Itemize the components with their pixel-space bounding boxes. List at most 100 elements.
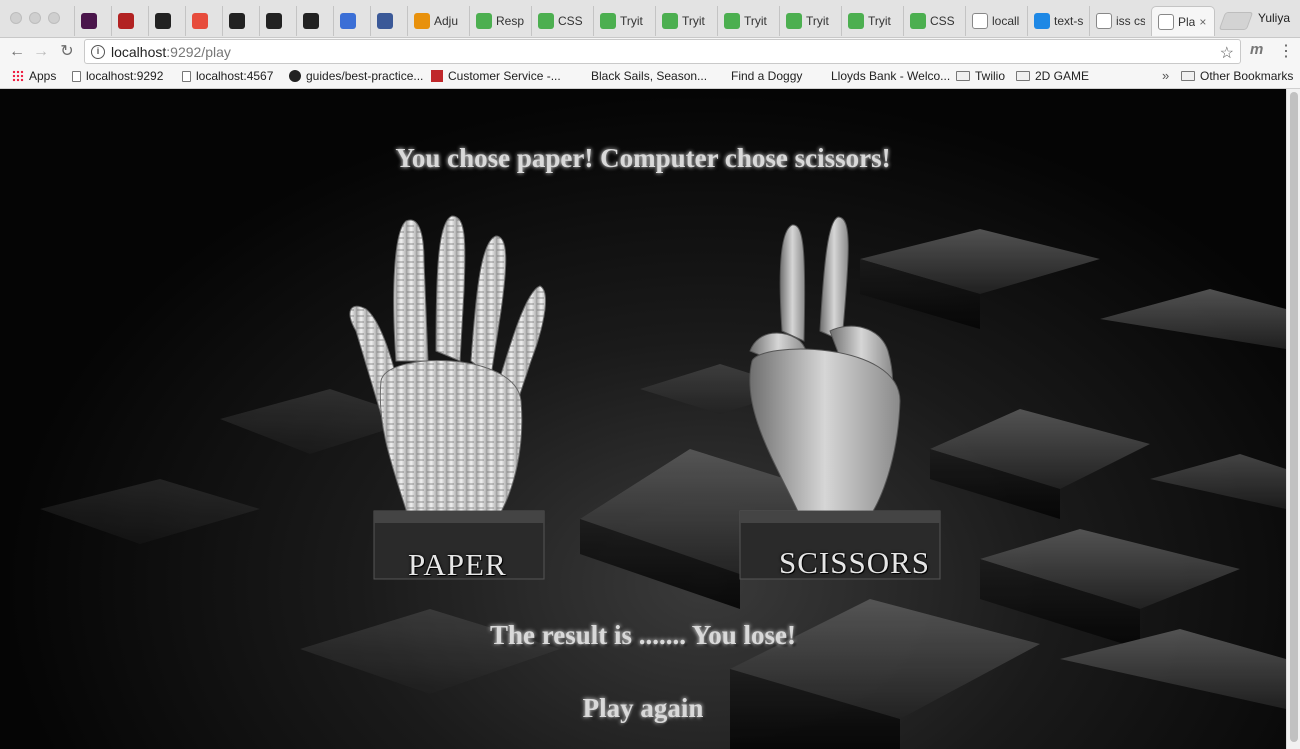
- tab-label: Resp: [496, 14, 525, 28]
- bookmark-item[interactable]: Apps: [12, 69, 56, 83]
- slack-icon: [81, 13, 97, 29]
- wr-icon: [340, 13, 356, 29]
- browser-tab[interactable]: [370, 6, 407, 36]
- bookmark-label: Find a Doggy: [731, 69, 803, 83]
- browser-tab[interactable]: [111, 6, 148, 36]
- book-icon: [118, 13, 134, 29]
- bookmark-label: Lloyds Bank - Welco...: [831, 69, 951, 83]
- bookmark-item[interactable]: Black Sails, Season...: [574, 69, 707, 83]
- textsh-icon: [1034, 13, 1050, 29]
- browser-tab[interactable]: [259, 6, 296, 36]
- url-path: :9292/play: [166, 43, 231, 60]
- tab-list: Adju Resp CSS Tryit Tryit Tryit Tryit Tryit CSS l…: [74, 6, 1215, 38]
- browser-tab[interactable]: Adju: [407, 6, 469, 36]
- menu-kebab-icon[interactable]: ⋮: [1278, 41, 1294, 61]
- new-tab-button[interactable]: [1218, 12, 1254, 30]
- w3-icon: [600, 13, 616, 29]
- bookmark-item[interactable]: 2D GAME: [1016, 69, 1089, 83]
- tab-label: Adju: [434, 14, 459, 28]
- browser-tab[interactable]: Tryit: [779, 6, 841, 36]
- w3-icon: [848, 13, 864, 29]
- browser-tab[interactable]: [74, 6, 111, 36]
- browser-tab[interactable]: Tryit: [655, 6, 717, 36]
- horse-icon: [814, 70, 826, 82]
- page-scrollbar[interactable]: [1286, 89, 1300, 749]
- tab-label: Tryit: [744, 14, 767, 28]
- reload-icon[interactable]: ↻: [56, 41, 78, 63]
- result-text: The result is ....... You lose!: [489, 620, 797, 650]
- browser-tab[interactable]: Tryit: [593, 6, 655, 36]
- browser-tab[interactable]: [296, 6, 333, 36]
- w3-icon: [662, 13, 678, 29]
- forward-arrow-icon[interactable]: →: [30, 41, 52, 63]
- other-bookmarks-folder[interactable]: Other Bookmarks: [1181, 69, 1293, 83]
- profile-name[interactable]: Yuliya: [1258, 11, 1290, 25]
- w3-icon: [910, 13, 926, 29]
- play-again-link[interactable]: Play again: [0, 693, 1286, 724]
- maximize-window-icon[interactable]: [48, 12, 60, 24]
- scissors-hand-image: [739, 216, 941, 580]
- minimize-window-icon[interactable]: [29, 12, 41, 24]
- browser-tab[interactable]: CSS: [531, 6, 593, 36]
- tab-close-icon[interactable]: ×: [1199, 15, 1206, 29]
- back-arrow-icon[interactable]: ←: [6, 41, 28, 63]
- bookmark-star-icon[interactable]: ☆: [1220, 43, 1234, 63]
- github-icon: [229, 13, 245, 29]
- bookmark-item[interactable]: guides/best-practice...: [289, 69, 423, 83]
- browser-tab[interactable]: [222, 6, 259, 36]
- bookmark-item[interactable]: Twilio: [956, 69, 1005, 83]
- github-icon: [303, 13, 319, 29]
- bookmark-label: Customer Service -...: [448, 69, 561, 83]
- address-bar[interactable]: i localhost:9292/play ☆: [84, 39, 1241, 64]
- info-icon[interactable]: i: [91, 44, 105, 59]
- player-choice-label: PAPER: [408, 547, 507, 582]
- more-bookmarks-chevron-icon[interactable]: »: [1162, 68, 1169, 83]
- bookmark-item[interactable]: Customer Service -...: [431, 69, 561, 83]
- w3-icon: [476, 13, 492, 29]
- browser-toolbar: ← → ↻ i localhost:9292/play ☆: [0, 38, 1300, 66]
- facebook-icon: [377, 13, 393, 29]
- browser-tab[interactable]: Pla ×: [1151, 6, 1215, 36]
- browser-tab[interactable]: Resp: [469, 6, 531, 36]
- orange-icon: [414, 13, 430, 29]
- tab-label: Tryit: [806, 14, 829, 28]
- bookmark-label: 2D GAME: [1035, 69, 1090, 83]
- bookmark-label: guides/best-practice...: [306, 69, 424, 83]
- folder-icon: [1181, 71, 1195, 81]
- page-icon: [182, 70, 191, 82]
- bookmark-label: localhost:9292: [86, 69, 164, 83]
- amazon-icon: [574, 70, 586, 82]
- bookmark-item[interactable]: Lloyds Bank - Welco...: [814, 69, 950, 83]
- browser-tab[interactable]: iss cs: [1089, 6, 1151, 36]
- browser-tab[interactable]: Tryit: [717, 6, 779, 36]
- browser-tab[interactable]: locall: [965, 6, 1027, 36]
- tab-strip: Adju Resp CSS Tryit Tryit Tryit Tryit Tryit CSS l…: [0, 0, 1300, 38]
- browser-tab[interactable]: Tryit: [841, 6, 903, 36]
- computer-choice-label: SCISSORS: [779, 545, 931, 580]
- bookmark-label: Black Sails, Season...: [591, 69, 708, 83]
- bookmark-item[interactable]: Find a Doggy: [714, 69, 802, 83]
- browser-tab[interactable]: text-s: [1027, 6, 1089, 36]
- page-icon: [1158, 13, 1174, 30]
- browser-tab[interactable]: [148, 6, 185, 36]
- tab-label: Tryit: [682, 14, 705, 28]
- browser-tab[interactable]: CSS: [903, 6, 965, 36]
- extension-m-icon[interactable]: m: [1250, 41, 1263, 58]
- bookmark-item[interactable]: localhost:9292: [72, 69, 163, 83]
- browser-tab[interactable]: [185, 6, 222, 36]
- close-window-icon[interactable]: [10, 12, 22, 24]
- tab-label: CSS: [558, 14, 583, 28]
- red-icon: [431, 70, 443, 82]
- window-controls: [10, 12, 60, 24]
- bookmark-label: Apps: [29, 69, 57, 83]
- folder-icon: [1016, 71, 1030, 81]
- folder-icon: [956, 71, 970, 81]
- bookmark-item[interactable]: localhost:4567: [182, 69, 273, 83]
- browser-tab[interactable]: [333, 6, 370, 36]
- bookmark-label: Twilio: [975, 69, 1006, 83]
- tab-label: Tryit: [620, 14, 643, 28]
- google-icon: [1096, 13, 1112, 29]
- scrollbar-thumb[interactable]: [1290, 92, 1298, 742]
- dog-icon: [714, 70, 726, 82]
- page-icon: [72, 70, 81, 82]
